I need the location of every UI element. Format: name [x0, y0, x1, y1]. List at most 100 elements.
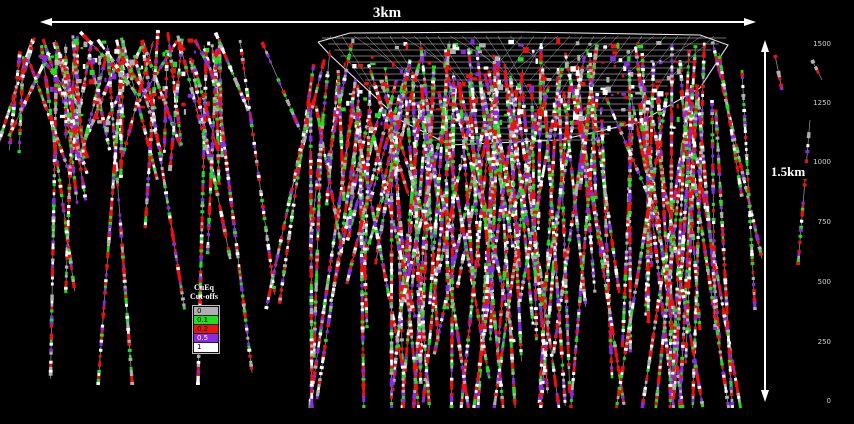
legend-swatch-0.2: 0.2	[194, 325, 218, 334]
assay-interval	[118, 71, 123, 78]
assay-interval	[566, 100, 570, 105]
assay-interval	[569, 120, 573, 125]
assay-interval	[640, 125, 645, 132]
assay-interval	[463, 116, 469, 121]
assay-interval	[565, 115, 568, 119]
assay-interval	[88, 79, 95, 85]
assay-interval	[635, 92, 641, 95]
drillhole	[238, 39, 277, 296]
assay-interval	[136, 103, 139, 106]
assay-interval	[187, 38, 194, 43]
assay-interval	[583, 107, 587, 111]
assay-interval	[657, 91, 664, 97]
assay-interval	[629, 84, 632, 90]
assay-interval	[640, 104, 643, 110]
assay-interval	[73, 88, 79, 92]
assay-interval	[564, 62, 568, 69]
elevation-tick-label: 1500	[813, 40, 831, 48]
assay-interval	[363, 97, 368, 101]
assay-interval	[111, 73, 117, 80]
assay-interval	[405, 44, 409, 50]
assay-interval	[112, 68, 116, 73]
assay-interval	[97, 120, 102, 124]
assay-interval	[187, 93, 193, 98]
drillhole	[740, 69, 757, 311]
assay-interval	[604, 45, 608, 49]
assay-interval	[517, 109, 524, 115]
assay-interval	[460, 49, 466, 55]
assay-interval	[556, 116, 559, 120]
assay-interval	[59, 114, 66, 119]
assay-interval	[540, 76, 547, 81]
assay-interval	[456, 81, 460, 85]
assay-interval	[504, 113, 508, 117]
assay-interval	[611, 93, 614, 96]
assay-interval	[539, 55, 543, 60]
assay-interval	[509, 102, 513, 105]
legend-swatch-0.5: 0.5	[194, 334, 218, 343]
assay-interval	[50, 55, 54, 58]
assay-interval	[474, 98, 478, 103]
drillhole	[710, 99, 717, 331]
assay-interval	[624, 61, 630, 67]
assay-interval	[531, 50, 535, 53]
assay-interval	[503, 73, 507, 76]
assay-interval	[382, 108, 385, 114]
assay-interval	[364, 81, 369, 86]
assay-interval	[587, 52, 592, 58]
assay-interval	[380, 121, 383, 126]
horizontal-scale-arrow: 3km	[40, 3, 756, 26]
assay-interval	[639, 80, 644, 87]
assay-interval	[172, 61, 178, 68]
assay-interval	[627, 56, 631, 62]
assay-interval	[53, 76, 59, 82]
legend-swatch-0: 0	[194, 307, 218, 316]
assay-interval	[452, 77, 457, 80]
legend-title: CuEq Cut-offs	[188, 283, 220, 301]
assay-interval	[575, 72, 580, 76]
drillhole	[162, 49, 170, 153]
assay-interval	[492, 110, 499, 116]
assay-interval	[120, 127, 124, 133]
assay-interval	[636, 41, 640, 45]
assay-interval	[357, 63, 364, 67]
assay-interval	[471, 77, 478, 81]
assay-interval	[78, 114, 84, 117]
assay-interval	[570, 66, 576, 72]
assay-interval	[577, 124, 583, 130]
assay-interval	[105, 120, 111, 126]
drillhole	[260, 41, 301, 131]
assay-interval	[140, 105, 146, 109]
assay-interval	[621, 107, 626, 112]
elevation-tick-label: 1000	[813, 158, 831, 166]
assay-interval	[522, 47, 529, 53]
assay-interval	[552, 102, 556, 108]
drillhole	[627, 69, 633, 353]
assay-interval	[494, 56, 499, 62]
assay-interval	[391, 61, 395, 67]
assay-interval	[616, 92, 620, 95]
assay-interval	[152, 92, 157, 97]
assay-interval	[490, 113, 493, 118]
assay-interval	[477, 50, 482, 54]
elevation-tick-label: 1250	[813, 99, 831, 107]
assay-interval	[486, 118, 493, 122]
assay-interval	[42, 55, 48, 62]
assay-interval	[575, 41, 580, 46]
assay-interval	[468, 55, 471, 59]
assay-interval	[348, 92, 353, 96]
assay-interval	[459, 109, 463, 114]
legend-swatch-0.1: 0.1	[194, 316, 218, 325]
legend-swatch-1: 1	[194, 343, 218, 352]
assay-interval	[610, 55, 616, 61]
assay-interval	[393, 114, 400, 121]
assay-interval	[129, 59, 135, 66]
cut-off-legend: CuEq Cut-offs 0 0.1 0.2 0.5 1	[188, 283, 220, 354]
assay-interval	[351, 38, 355, 44]
assay-interval	[436, 108, 442, 111]
assay-interval	[511, 98, 515, 102]
assay-interval	[602, 89, 608, 96]
assay-interval	[655, 80, 661, 83]
assay-interval	[60, 91, 67, 96]
assay-interval	[637, 44, 644, 49]
